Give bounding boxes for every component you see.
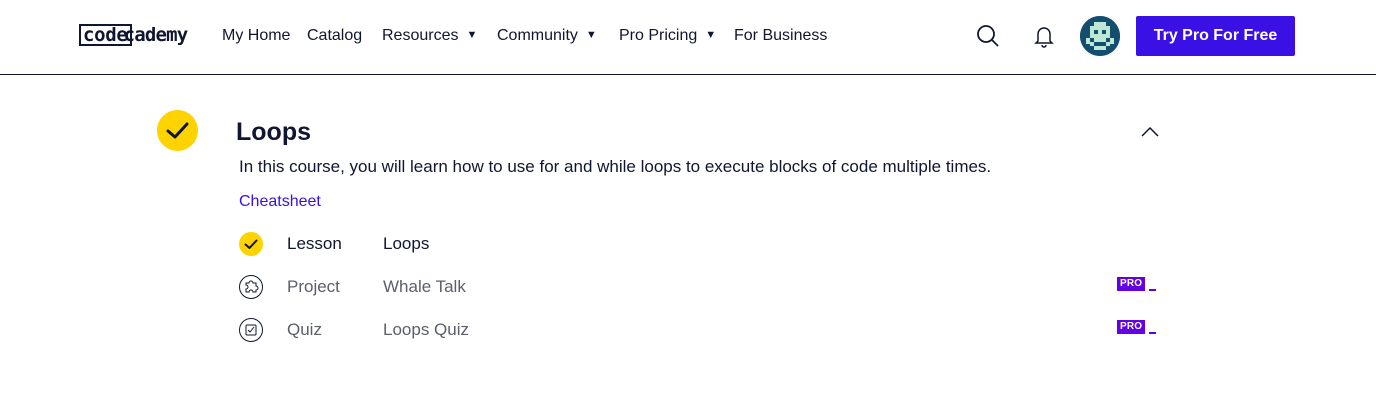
user-avatar[interactable] bbox=[1080, 16, 1120, 56]
quiz-icon bbox=[239, 318, 263, 342]
pro-badge: PRO bbox=[1117, 320, 1146, 334]
module-description: In this course, you will learn how to us… bbox=[239, 157, 992, 176]
nav-resources[interactable]: Resources ▼ bbox=[382, 27, 477, 45]
nav-for-business[interactable]: For Business bbox=[734, 27, 827, 45]
chevron-up-icon[interactable] bbox=[1140, 124, 1160, 143]
try-pro-button[interactable]: Try Pro For Free bbox=[1136, 16, 1295, 56]
quiz-row[interactable]: Quiz Loops Quiz PRO bbox=[239, 318, 1159, 344]
caret-down-icon: ▼ bbox=[466, 29, 478, 41]
puzzle-icon bbox=[239, 275, 263, 299]
nav-catalog[interactable]: Catalog bbox=[307, 27, 362, 45]
pro-badge-cursor bbox=[1149, 289, 1156, 291]
nav-pro-pricing-label: Pro Pricing bbox=[619, 27, 698, 44]
top-nav-bar: code cademy My Home Catalog Resources ▼ C… bbox=[0, 0, 1376, 75]
item-type: Lesson bbox=[287, 234, 342, 253]
module-complete-check-icon bbox=[157, 110, 198, 151]
nav-resources-label: Resources bbox=[382, 27, 459, 44]
lesson-row[interactable]: Lesson Loops bbox=[239, 232, 1159, 258]
nav-community[interactable]: Community ▼ bbox=[497, 27, 597, 45]
item-name[interactable]: Whale Talk bbox=[383, 277, 466, 297]
caret-down-icon: ▼ bbox=[585, 29, 597, 41]
logo-wordmark: cademy bbox=[123, 24, 189, 46]
codecademy-logo[interactable]: code cademy bbox=[79, 22, 189, 48]
search-icon[interactable] bbox=[976, 24, 1000, 53]
pro-badge: PRO bbox=[1117, 277, 1146, 291]
cheatsheet-link[interactable]: Cheatsheet bbox=[239, 193, 321, 211]
nav-community-label: Community bbox=[497, 27, 578, 44]
item-type: Quiz bbox=[287, 320, 322, 339]
bell-icon[interactable] bbox=[1034, 24, 1054, 53]
item-type: Project bbox=[287, 277, 340, 296]
item-name[interactable]: Loops Quiz bbox=[383, 320, 469, 340]
check-icon bbox=[239, 232, 263, 256]
nav-my-home[interactable]: My Home bbox=[222, 27, 290, 45]
pro-badge-cursor bbox=[1149, 332, 1156, 334]
nav-pro-pricing[interactable]: Pro Pricing ▼ bbox=[619, 27, 716, 45]
item-name[interactable]: Loops bbox=[383, 234, 429, 254]
caret-down-icon: ▼ bbox=[705, 29, 717, 41]
module-title: Loops bbox=[236, 118, 311, 146]
project-row[interactable]: Project Whale Talk PRO bbox=[239, 275, 1159, 301]
